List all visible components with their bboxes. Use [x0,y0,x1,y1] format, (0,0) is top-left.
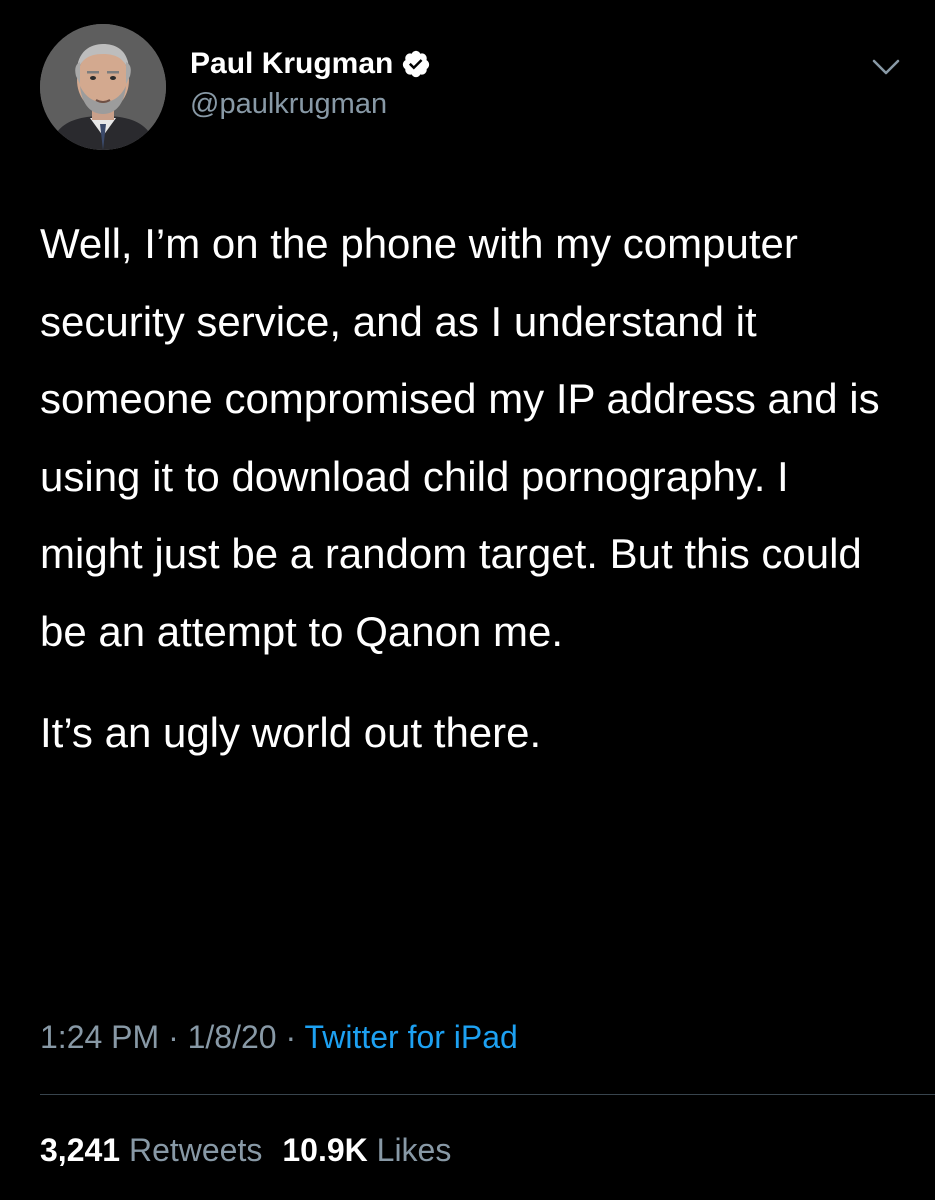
retweets-label: Retweets [128,1132,263,1168]
retweets-count: 3,241 [40,1132,121,1168]
retweets-stat[interactable]: 3,241 Retweets [40,1132,262,1168]
author-name-row[interactable]: Paul Krugman [190,44,431,84]
likes-label: Likes [376,1132,452,1168]
chevron-down-icon[interactable] [868,52,904,82]
likes-stat[interactable]: 10.9K Likes [282,1132,451,1168]
tweet-meta: 1:24 PM · 1/8/20 · Twitter for iPad [40,1012,518,1062]
author-display-name[interactable]: Paul Krugman [190,44,393,84]
likes-count: 10.9K [282,1132,368,1168]
tweet-source-link[interactable]: Twitter for iPad [304,1019,517,1055]
tweet-date[interactable]: 1/8/20 [188,1019,277,1055]
avatar[interactable] [40,24,166,150]
verified-badge-icon [401,49,431,79]
avatar-portrait [40,24,166,150]
tweet-detail: Paul Krugman @paulkrugman Well, I’m on t… [0,0,935,1200]
tweet-paragraph: It’s an ugly world out there. [40,709,542,756]
tweet-text: Well, I’m on the phone with my computer … [40,205,900,772]
tweet-paragraph: Well, I’m on the phone with my computer … [40,220,880,655]
meta-separator: · [168,1019,179,1055]
author-handle[interactable]: @paulkrugman [190,84,387,124]
tweet-time[interactable]: 1:24 PM [40,1019,159,1055]
divider [40,1094,935,1095]
tweet-stats: 3,241 Retweets 10.9K Likes [40,1125,451,1175]
meta-separator: · [285,1019,297,1055]
